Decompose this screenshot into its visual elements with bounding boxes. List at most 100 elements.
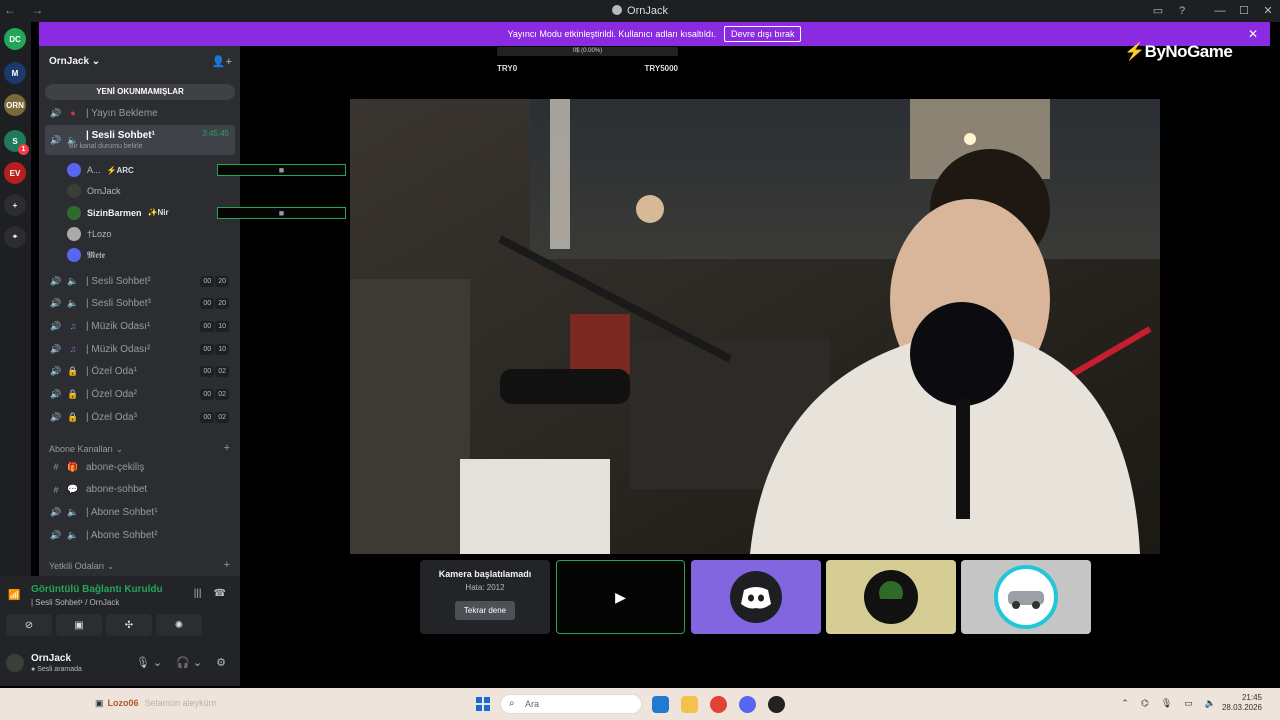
guild-name[interactable]: OrnJack ⌄: [49, 56, 100, 67]
camera-error-code: Hata: 2012: [465, 583, 505, 592]
display-icon[interactable]: ▭: [1184, 698, 1193, 709]
channel-name: | Özel Oda²: [86, 389, 137, 400]
edge-icon[interactable]: [652, 696, 669, 713]
start-button[interactable]: [476, 697, 490, 711]
server-icon[interactable]: M: [4, 62, 26, 84]
minimize-button[interactable]: —: [1208, 0, 1232, 22]
mention-badge: 1: [18, 144, 29, 155]
channel-item-active[interactable]: 🔊 🔈 | Sesli Sohbet¹ 3:45:45 Bir kanal du…: [45, 125, 235, 155]
voice-channel[interactable]: | Sesli Sohbet¹ / OrnJack: [31, 598, 119, 607]
new-unreads-button[interactable]: YENİ OKUNMAMIŞLAR: [45, 84, 235, 100]
channel-name: | Abone Sohbet²: [86, 529, 158, 541]
music-icon: ♫: [69, 344, 77, 355]
voice-user[interactable]: 𝕸𝖊𝖙𝖊: [67, 245, 105, 265]
user-status: ● Sesli aramada: [31, 666, 82, 673]
inbox-icon[interactable]: ▭: [1146, 0, 1170, 22]
speaker-icon: 🔊: [50, 529, 62, 540]
channel-item[interactable]: 🔊 🔒 | Özel Oda² 00 02: [45, 385, 235, 405]
disable-streamer-mode-button[interactable]: Devre dışı bırak: [723, 26, 802, 42]
server-icon[interactable]: +: [4, 194, 26, 216]
channel-item[interactable]: # 💬 abone-sohbet: [45, 480, 235, 500]
channel-item[interactable]: 🔊 🔈 | Abone Sohbet²: [45, 525, 235, 545]
tray-chevron-icon[interactable]: ⌃: [1121, 698, 1129, 709]
taskbar-search[interactable]: ⌕ Ara: [500, 694, 642, 714]
speaker-icon: 🔈: [67, 298, 79, 309]
channel-name: | Müzik Odası²: [86, 343, 151, 355]
user-limit-badge: 00 20: [200, 275, 229, 287]
channel-sidebar: OrnJack ⌄ 👤+ YENİ OKUNMAMIŞLAR 🔊 ● | Yay…: [39, 46, 346, 576]
hashtag-icon: #: [53, 484, 59, 495]
channel-status-hint[interactable]: Bir kanal durumu belirle: [69, 143, 143, 150]
server-icon[interactable]: DC: [4, 28, 26, 50]
channel-item[interactable]: 🔊 ♫ | Müzik Odası² 00 10: [45, 339, 235, 359]
category-header[interactable]: Abone Kanalları ⌄: [49, 444, 123, 455]
voice-user[interactable]: SizinBarmen ✨Nir ■: [67, 203, 346, 223]
obs-icon[interactable]: [768, 696, 785, 713]
settings-gear-icon[interactable]: ⚙: [216, 656, 226, 669]
voice-action-buttons: ⊘ ▣ ✣ ✺: [6, 614, 202, 636]
file-explorer-icon[interactable]: [681, 696, 698, 713]
disconnect-icon[interactable]: ☎: [214, 588, 226, 599]
discord-window: ← → OrnJack ▭ ? — ☐ ✕ DC M ORN S 1 EV + ⌖ Yayın…: [0, 0, 1280, 720]
channel-item[interactable]: 🔊 🔒 | Özel Oda¹ 00 02: [45, 362, 235, 382]
user-limit-badge: 00 02: [200, 389, 229, 400]
mic-tray-icon[interactable]: 🎙: [1161, 698, 1172, 709]
voice-connection-panel: 📶 Görüntülü Bağlantı Kuruldu | Sesli Soh…: [0, 576, 240, 644]
voice-status[interactable]: Görüntülü Bağlantı Kuruldu: [31, 584, 163, 595]
discord-taskbar-icon[interactable]: [739, 696, 756, 713]
channel-item[interactable]: 🔊 🔈 | Sesli Sohbet³ 00 20: [45, 294, 235, 314]
soundboard-button[interactable]: ✺: [156, 614, 202, 636]
close-icon[interactable]: ✕: [1248, 27, 1258, 41]
network-icon[interactable]: ⌬: [1141, 698, 1149, 709]
participant-tile-lozo[interactable]: [961, 560, 1091, 634]
headphones-icon[interactable]: 🎧 ⌄: [176, 656, 202, 669]
voice-user[interactable]: A... ⚡ARC ■: [67, 160, 346, 180]
server-icon[interactable]: ⌖: [4, 226, 26, 248]
user-name[interactable]: OrnJack: [31, 653, 71, 664]
server-icon[interactable]: EV: [4, 162, 26, 184]
participant-tile-camera[interactable]: ▶: [556, 560, 685, 634]
maximize-button[interactable]: ☐: [1232, 0, 1256, 22]
screen-share-button[interactable]: ▣: [56, 614, 102, 636]
participant-tile-discord[interactable]: [691, 560, 821, 634]
close-button[interactable]: ✕: [1256, 0, 1280, 22]
camera-off-button[interactable]: ⊘: [6, 614, 52, 636]
channel-item[interactable]: # 🎁 abone-çekiliş: [45, 457, 235, 477]
speaker-icon: 🔈: [67, 506, 79, 517]
voice-user[interactable]: †Lozo: [67, 224, 112, 244]
clock[interactable]: 21:45 28.03.2026: [1222, 693, 1262, 713]
participant-tile-ornjack[interactable]: [826, 560, 956, 634]
voice-user[interactable]: OrnJack: [67, 181, 121, 201]
channel-item[interactable]: 🔊 🔈 | Abone Sohbet¹: [45, 502, 235, 522]
category-header[interactable]: Yetkili Odaları ⌄: [49, 561, 114, 572]
help-icon[interactable]: ?: [1170, 0, 1194, 22]
main-video-feed[interactable]: [350, 99, 1160, 554]
add-channel-icon[interactable]: +: [224, 559, 230, 571]
speaker-icon: 🔊: [50, 134, 62, 145]
speaker-icon: 🔊: [50, 411, 62, 422]
add-channel-icon[interactable]: +: [224, 442, 230, 454]
volume-icon[interactable]: 🔈: [1205, 698, 1216, 709]
noise-suppression-icon[interactable]: |||: [194, 588, 202, 599]
chrome-icon[interactable]: [710, 696, 727, 713]
channel-name: | Sesli Sohbet²: [86, 275, 151, 287]
channel-item[interactable]: 🔊 🔒 | Özel Oda³ 00 02: [45, 407, 235, 427]
channel-name: | Abone Sohbet¹: [86, 506, 158, 518]
server-icon[interactable]: ORN: [4, 94, 26, 116]
avatar[interactable]: [6, 654, 24, 672]
channel-item[interactable]: 🔊 ● | Yayın Bekleme: [45, 103, 235, 123]
user-tag: ✨Nir: [147, 208, 169, 218]
voice-user-name: A...: [87, 165, 101, 175]
gift-icon: 🎁: [67, 461, 79, 472]
channel-item[interactable]: 🔊 ♫ | Müzik Odası¹ 00 10: [45, 316, 235, 336]
microphone-icon[interactable]: 🎙 ⌄: [136, 656, 162, 669]
activities-button[interactable]: ✣: [106, 614, 152, 636]
add-member-icon[interactable]: 👤+: [212, 55, 232, 68]
avatar: [67, 226, 81, 241]
voice-user-name: SizinBarmen: [87, 207, 142, 218]
server-icon[interactable]: S1: [4, 130, 29, 155]
speaker-icon: 🔈: [67, 529, 79, 540]
channel-item[interactable]: 🔊 🔈 | Sesli Sohbet² 00 20: [45, 271, 235, 291]
retry-button[interactable]: Tekrar dene: [454, 601, 516, 620]
notification-widget[interactable]: ▣ Lozo06 Selamün aleyküm: [95, 698, 216, 709]
